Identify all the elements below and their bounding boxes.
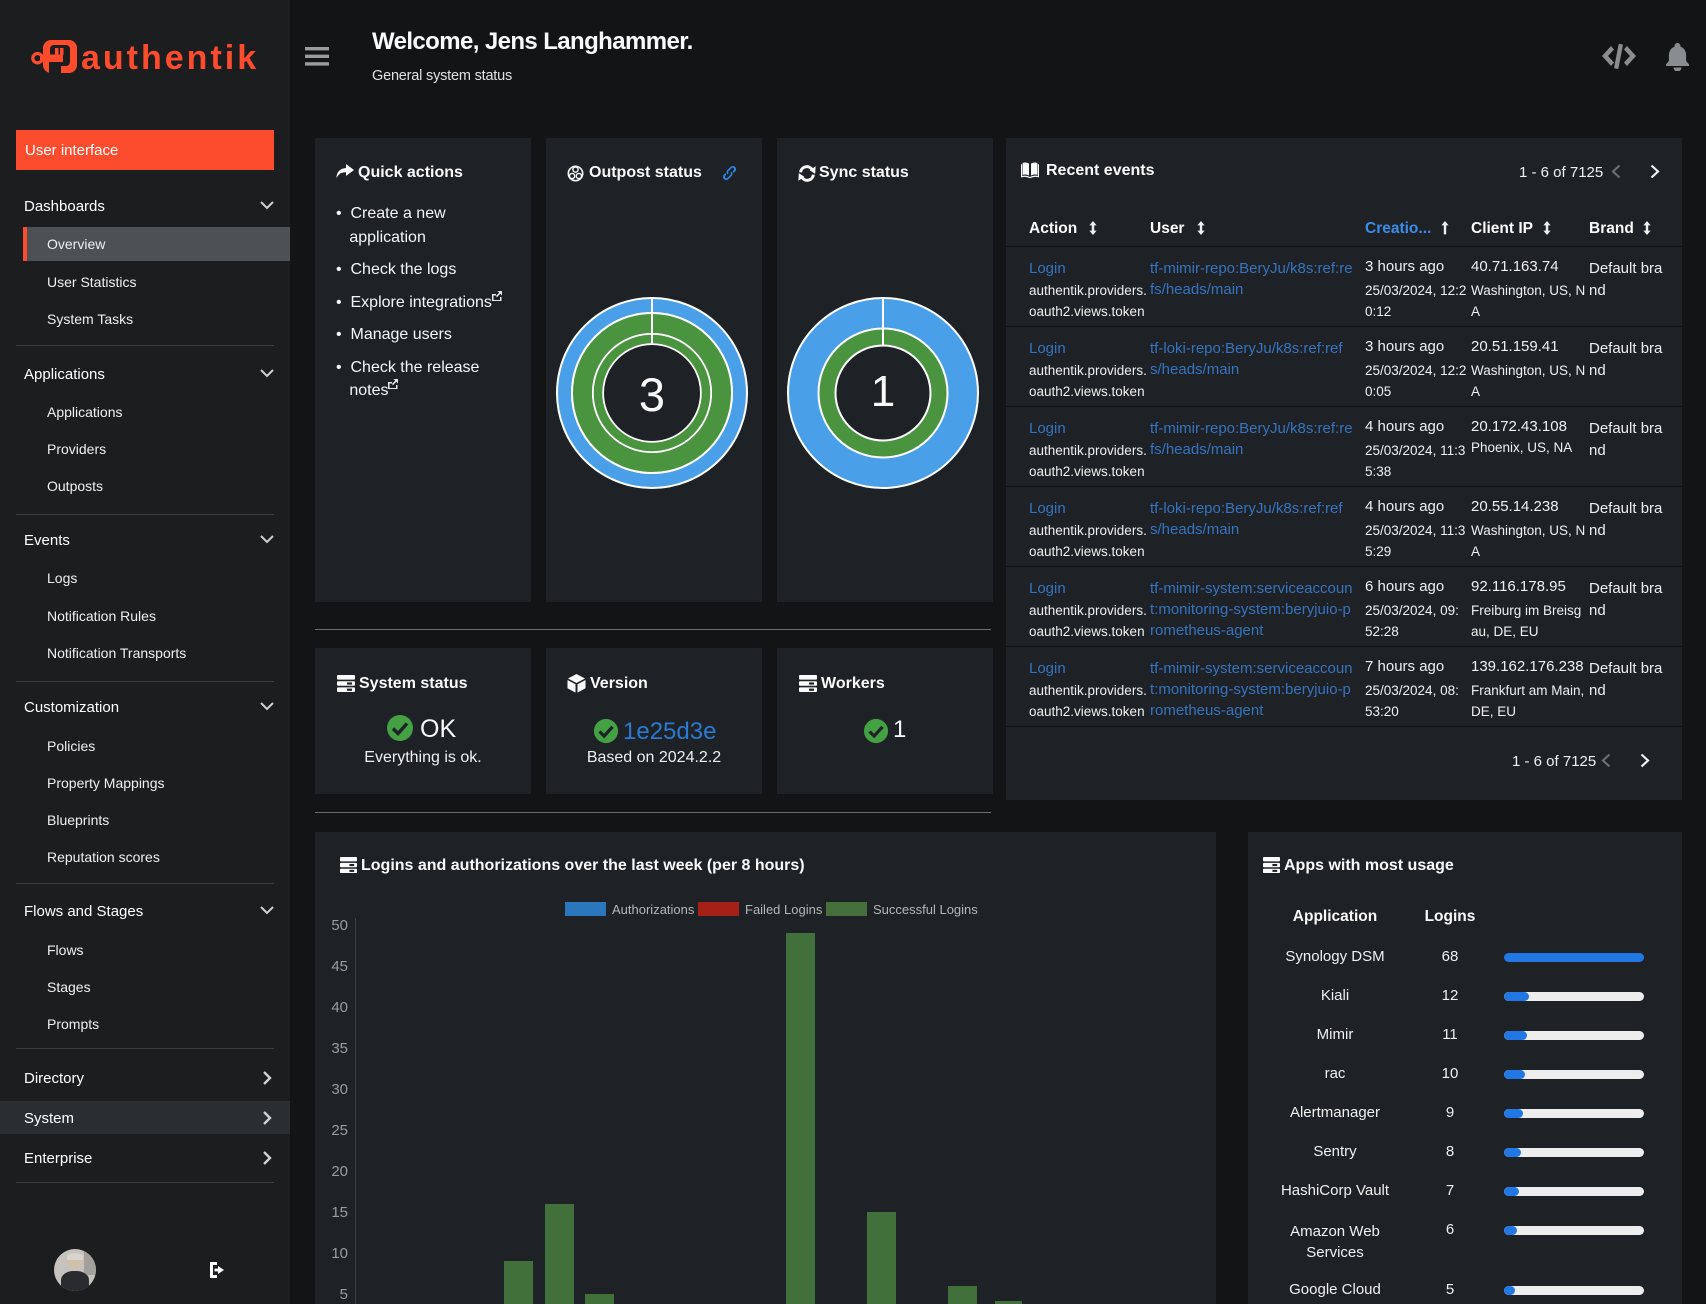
svg-text:authentik: authentik [81,39,259,77]
